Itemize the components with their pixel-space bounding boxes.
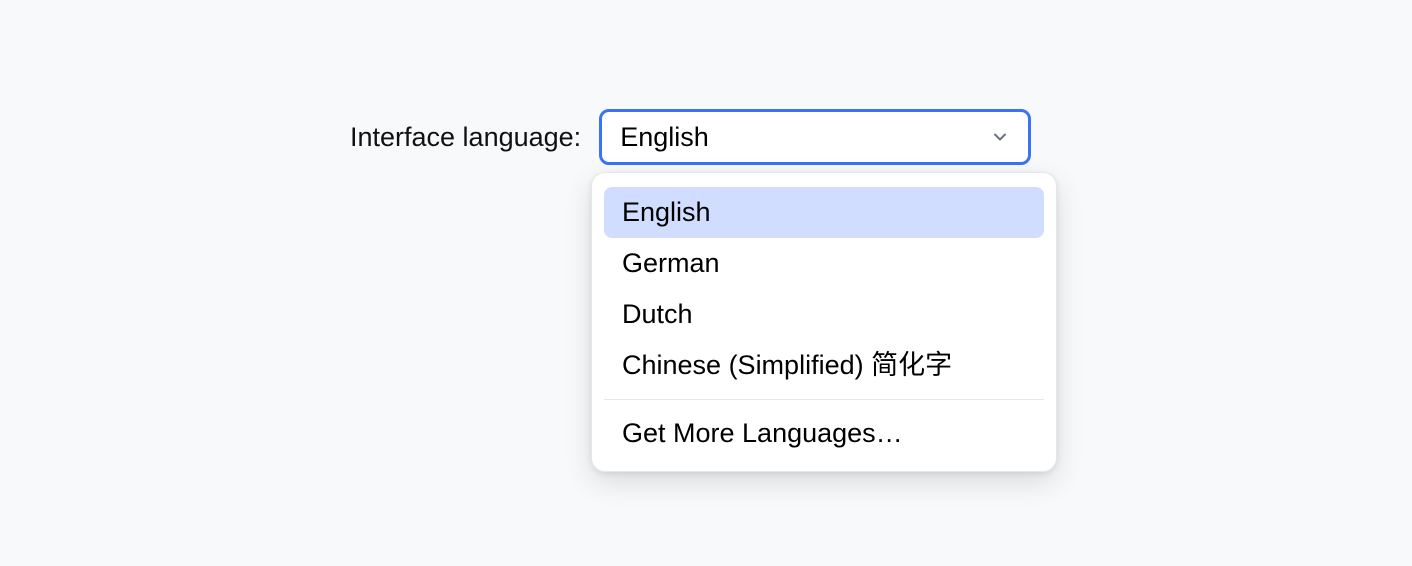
language-option-chinese-simplified[interactable]: Chinese (Simplified) 简化字 (604, 340, 1044, 391)
language-select[interactable]: English (599, 109, 1031, 165)
language-option-german[interactable]: German (604, 238, 1044, 289)
language-dropdown: English German Dutch Chinese (Simplified… (591, 172, 1057, 472)
language-field-row: Interface language: English (350, 109, 1031, 165)
language-option-english[interactable]: English (604, 187, 1044, 238)
language-field-label: Interface language: (350, 122, 581, 153)
dropdown-divider (604, 399, 1044, 400)
language-select-value: English (620, 122, 709, 153)
chevron-down-icon (990, 127, 1010, 147)
language-option-dutch[interactable]: Dutch (604, 289, 1044, 340)
get-more-languages[interactable]: Get More Languages… (604, 408, 1044, 459)
